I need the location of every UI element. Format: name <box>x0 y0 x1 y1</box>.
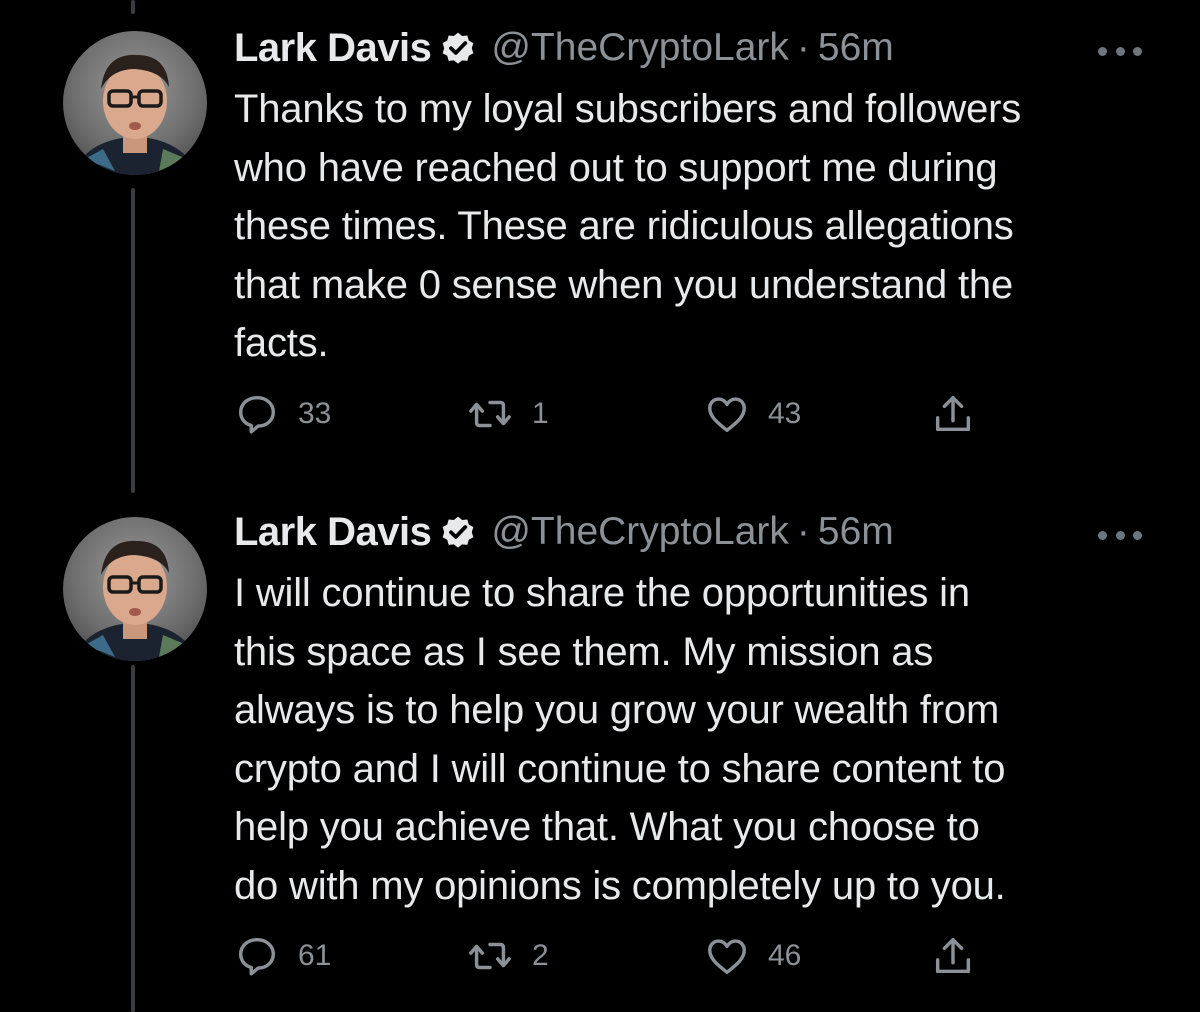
retweet-button[interactable]: 2 <box>466 932 549 980</box>
more-options-icon[interactable] <box>1098 36 1142 66</box>
tweet-header: Lark Davis @TheCryptoLark · 56m <box>234 506 894 558</box>
tweet-actions: 33 1 43 <box>234 390 994 438</box>
reply-count: 61 <box>298 939 332 972</box>
timestamp[interactable]: 56m <box>818 510 894 554</box>
avatar[interactable] <box>63 31 207 175</box>
heart-icon <box>708 397 746 433</box>
tweet-actions: 61 2 46 <box>234 932 994 980</box>
tweet[interactable]: Lark Davis @TheCryptoLark · 56m Thanks t… <box>0 0 1200 480</box>
heart-icon <box>708 939 746 975</box>
more-options-icon[interactable] <box>1098 520 1142 550</box>
handle[interactable]: @TheCryptoLark <box>491 26 789 70</box>
retweet-count: 2 <box>532 939 549 972</box>
reply-icon <box>238 395 276 434</box>
verified-badge-icon <box>442 32 474 64</box>
separator: · <box>796 510 810 553</box>
like-button[interactable]: 43 <box>704 390 801 438</box>
retweet-button[interactable]: 1 <box>466 390 549 438</box>
verified-badge-icon <box>442 516 474 548</box>
tweet-text: Thanks to my loyal subscribers and follo… <box>234 87 1022 365</box>
retweet-count: 1 <box>532 397 549 430</box>
reply-count: 33 <box>298 397 332 430</box>
tweet-text: I will continue to share the opportuniti… <box>234 571 1006 908</box>
timestamp[interactable]: 56m <box>818 26 894 70</box>
display-name[interactable]: Lark Davis <box>234 26 432 71</box>
separator: · <box>796 26 810 69</box>
retweet-icon <box>469 400 511 428</box>
like-count: 43 <box>768 397 802 430</box>
reply-button[interactable]: 33 <box>234 390 331 438</box>
reply-icon <box>238 937 276 976</box>
share-icon <box>935 395 971 432</box>
share-button[interactable] <box>930 390 976 438</box>
display-name[interactable]: Lark Davis <box>234 510 432 555</box>
share-button[interactable] <box>930 932 976 980</box>
tweet-header: Lark Davis @TheCryptoLark · 56m <box>234 22 894 74</box>
reply-button[interactable]: 61 <box>234 932 331 980</box>
tweet[interactable]: Lark Davis @TheCryptoLark · 56m I will c… <box>0 495 1200 1012</box>
avatar[interactable] <box>63 517 207 661</box>
share-icon <box>935 937 971 974</box>
like-button[interactable]: 46 <box>704 932 801 980</box>
retweet-icon <box>469 942 511 970</box>
like-count: 46 <box>768 939 802 972</box>
handle[interactable]: @TheCryptoLark <box>491 510 789 554</box>
